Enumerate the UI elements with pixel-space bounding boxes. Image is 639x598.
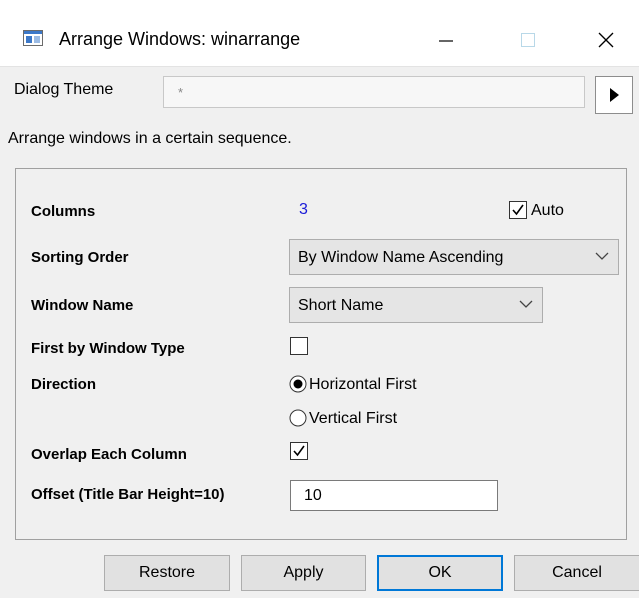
offset-label: Offset (Title Bar Height=10) [31,486,225,503]
offset-input[interactable]: 10 [290,480,498,511]
minimize-button[interactable] [420,18,472,62]
checkmark-icon [512,204,524,216]
close-button[interactable] [580,18,632,62]
sorting-order-select[interactable]: By Window Name Ascending [289,239,619,275]
window-name-select[interactable]: Short Name [289,287,543,323]
maximize-button[interactable] [502,18,554,62]
chevron-down-icon [595,252,609,260]
auto-label: Auto [531,202,564,219]
vertical-first-radio[interactable] [289,409,307,427]
chevron-down-icon [519,300,533,308]
cancel-button[interactable]: Cancel [514,555,639,591]
auto-checkbox[interactable] [509,201,527,219]
restore-button[interactable]: Restore [104,555,230,591]
horizontal-first-label: Horizontal First [309,376,417,393]
sorting-order-value: By Window Name Ascending [298,249,504,266]
columns-label: Columns [31,203,96,220]
window-name-label: Window Name [31,297,134,314]
overlap-each-column-checkbox[interactable] [290,442,308,460]
window-icon [23,30,43,46]
columns-value[interactable]: 3 [299,201,308,219]
sorting-order-label: Sorting Order [31,249,129,266]
minimize-icon [439,40,453,42]
direction-label: Direction [31,376,97,393]
apply-button[interactable]: Apply [241,555,366,591]
checkmark-icon [293,445,305,457]
triangle-right-icon [610,88,619,102]
window-name-value: Short Name [298,297,384,314]
dialog-theme-field[interactable]: * [163,76,585,108]
vertical-first-label: Vertical First [309,410,398,427]
maximize-icon [521,33,535,47]
first-by-window-type-label: First by Window Type [31,340,185,357]
first-by-window-type-checkbox[interactable] [290,337,308,355]
horizontal-first-radio[interactable] [289,375,307,393]
dialog-theme-label: Dialog Theme [14,81,114,98]
ok-button[interactable]: OK [377,555,503,591]
window-title: Arrange Windows: winarrange [59,29,301,49]
close-icon [598,32,614,48]
overlap-each-column-label: Overlap Each Column [31,446,187,463]
theme-menu-button[interactable] [595,76,633,114]
dialog-description: Arrange windows in a certain sequence. [8,130,292,147]
title-bar: Arrange Windows: winarrange [0,0,639,67]
